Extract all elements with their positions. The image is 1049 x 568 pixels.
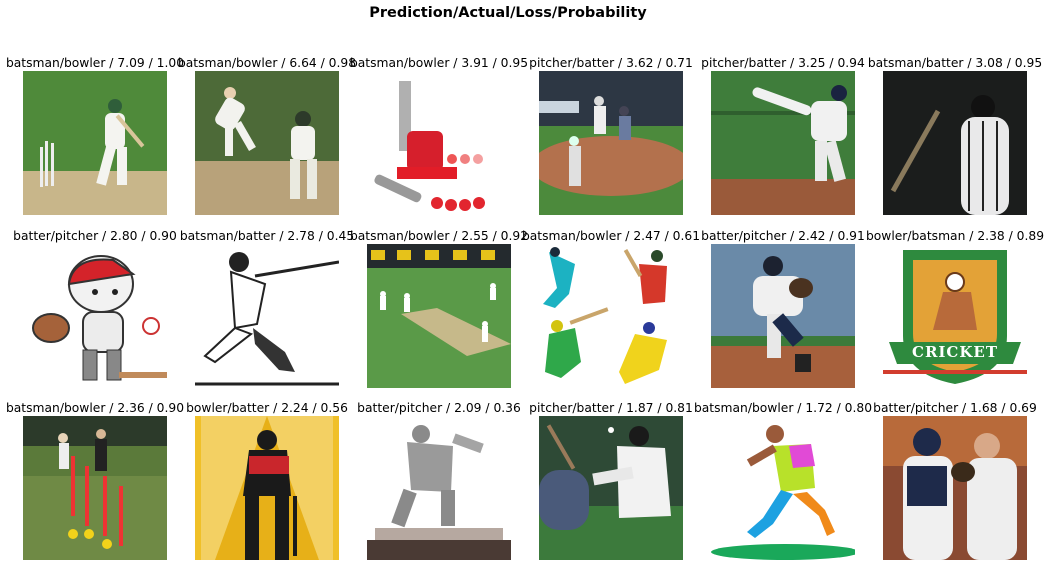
badge-text: CRICKET [912,343,998,361]
bowling-machine-image [367,71,511,215]
panel: batsman/bowler / 7.09 / 1.00 [6,55,184,215]
panel-label: batsman/bowler / 1.72 / 0.80 [693,401,873,415]
panel: pitcher/batter / 3.25 / 0.94 [697,55,869,215]
cricket-field-image [367,244,511,388]
baseball-batter-image [883,71,1027,215]
panel-label: batsman/bowler / 2.36 / 0.90 [5,401,185,415]
panel: batter/pitcher / 1.68 / 0.69 [869,400,1041,560]
cricket-badge-image: CRICKET [883,244,1027,388]
panel-label: batter/pitcher / 2.80 / 0.90 [13,229,177,243]
cricket-illustrations-image [539,244,683,388]
sketch-batter-image [195,244,339,388]
panel-label: batsman/bowler / 3.91 / 0.95 [349,56,529,70]
baseball-pitch-image [539,416,683,560]
panel: batter/pitcher / 2.09 / 0.36 [353,400,525,560]
panel-label: batsman/bowler / 6.64 / 0.98 [177,56,357,70]
panel-label: batter/pitcher / 2.42 / 0.91 [701,229,865,243]
panel: batsman/bowler / 2.55 / 0.92 [350,228,528,388]
panel-label: bowler/batsman / 2.38 / 0.89 [865,229,1045,243]
panel: pitcher/batter / 1.87 / 0.81 [525,400,697,560]
panel-label: batsman/bowler / 2.55 / 0.92 [349,229,529,243]
panel: batter/pitcher / 2.80 / 0.90 [9,228,181,388]
cricket-batsman-image [23,71,167,215]
silhouette-poster-image [195,416,339,560]
panel: batter/pitcher / 2.42 / 0.91 [697,228,869,388]
panel-label: pitcher/batter / 3.25 / 0.94 [701,56,865,70]
panel-label: batsman/bowler / 2.47 / 0.61 [521,229,701,243]
panel-label: batsman/bowler / 7.09 / 1.00 [5,56,185,70]
panel-label: batsman/batter / 3.08 / 0.95 [867,56,1043,70]
cartoon-catcher-image [23,244,167,388]
catcher-pitcher-image [883,416,1027,560]
panel-label: batter/pitcher / 1.68 / 0.69 [873,401,1037,415]
panel: bowler/batsman / 2.38 / 0.89 CRICKET [866,228,1044,388]
panel: bowler/batter / 2.24 / 0.56 [181,400,353,560]
panel: batsman/batter / 3.08 / 0.95 [868,55,1042,215]
panel: batsman/batter / 2.78 / 0.45 [180,228,354,388]
panel-label: batter/pitcher / 2.09 / 0.36 [357,401,521,415]
cricket-bowler-batsman-image [195,71,339,215]
panel: batsman/bowler / 1.72 / 0.80 [694,400,872,560]
panel: batsman/bowler / 2.47 / 0.61 [522,228,700,388]
panel: batsman/bowler / 2.36 / 0.90 [6,400,184,560]
pitcher-trophy-image [367,416,511,560]
panel-label: pitcher/batter / 1.87 / 0.81 [529,401,693,415]
colorful-runner-image [711,416,855,560]
baseball-windup-image [711,244,855,388]
panel: pitcher/batter / 3.62 / 0.71 [525,55,697,215]
panel: batsman/bowler / 6.64 / 0.98 [178,55,356,215]
panel-label: pitcher/batter / 3.62 / 0.71 [529,56,693,70]
baseball-stadium-image [539,71,683,215]
panel-label: batsman/batter / 2.78 / 0.45 [179,229,355,243]
cricket-training-image [23,416,167,560]
panel-label: bowler/batter / 2.24 / 0.56 [186,401,348,415]
panel: batsman/bowler / 3.91 / 0.95 [350,55,528,215]
figure-title: Prediction/Actual/Loss/Probability [369,5,647,21]
baseball-pitcher-image [711,71,855,215]
